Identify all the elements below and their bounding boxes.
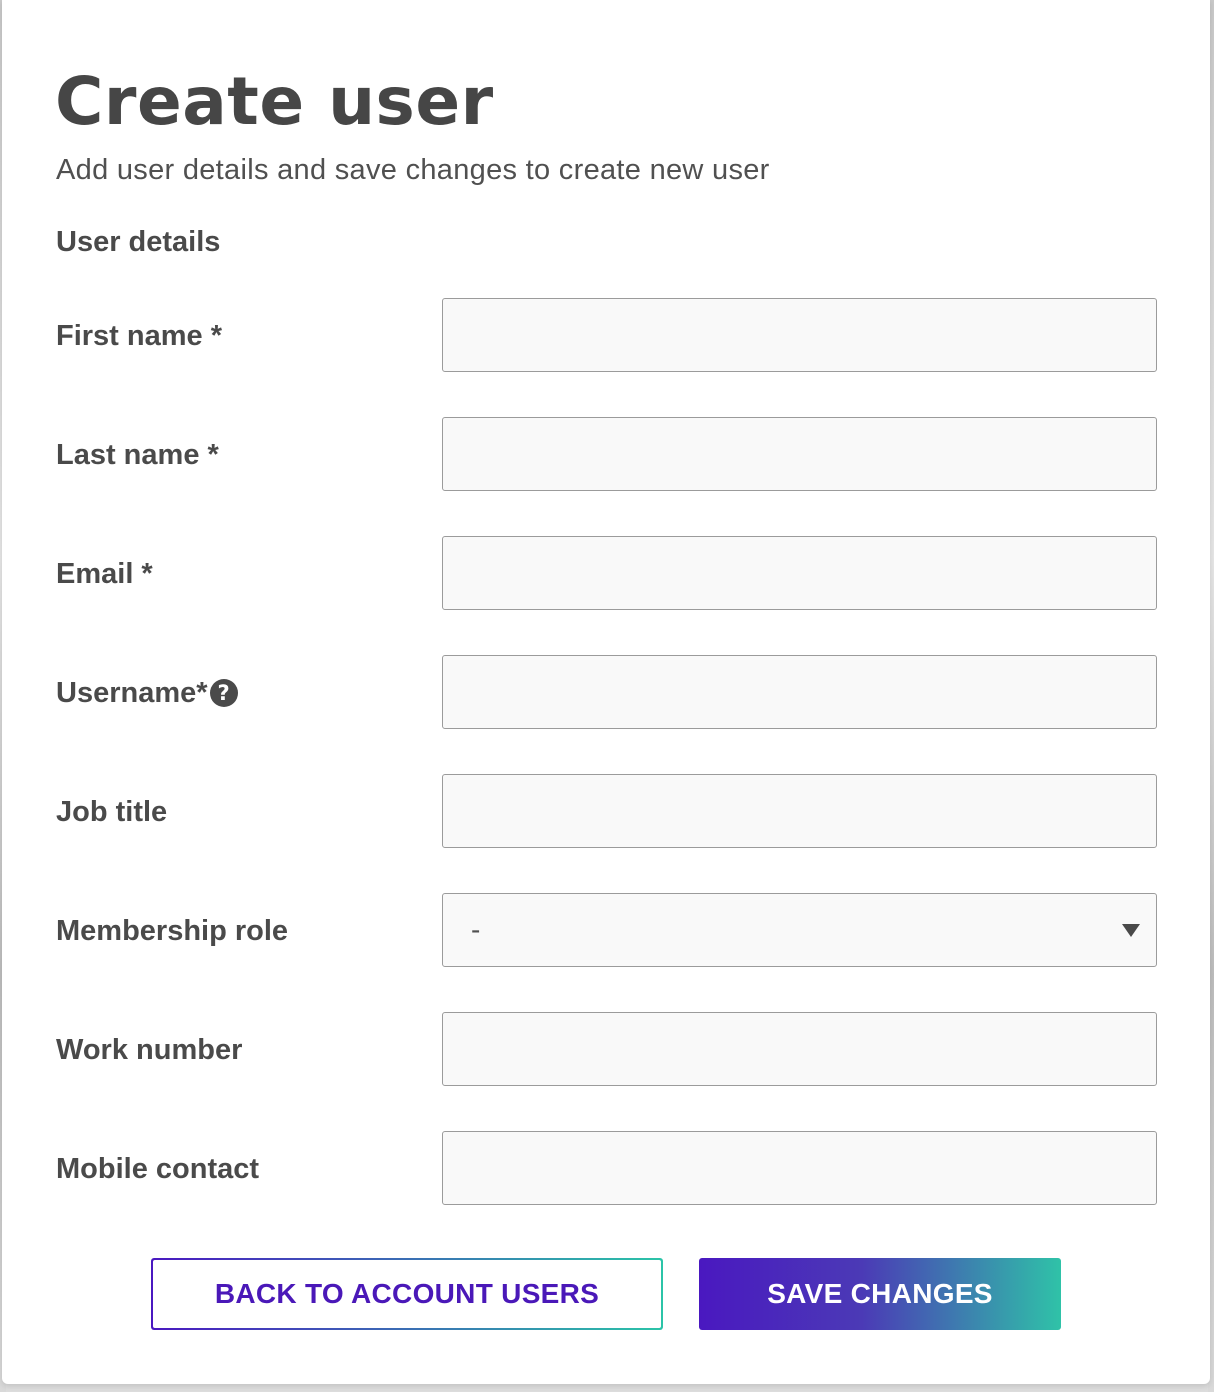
section-heading-user-details: User details [56, 226, 221, 258]
form-row-first-name: First name * [2, 298, 1210, 374]
username-label: Username* [56, 677, 208, 709]
last-name-field[interactable] [442, 417, 1157, 491]
page-subtitle: Add user details and save changes to cre… [56, 154, 770, 186]
back-to-account-users-button[interactable]: BACK TO ACCOUNT USERS [151, 1258, 663, 1330]
work-number-field[interactable] [442, 1012, 1157, 1086]
save-changes-button[interactable]: SAVE CHANGES [699, 1258, 1061, 1330]
form-row-username: Username* ? [2, 655, 1210, 731]
email-field[interactable] [442, 536, 1157, 610]
first-name-label: First name * [56, 320, 222, 352]
form-row-job-title: Job title [2, 774, 1210, 850]
first-name-field[interactable] [442, 298, 1157, 372]
question-circle-icon[interactable]: ? [209, 679, 238, 707]
username-field[interactable] [442, 655, 1157, 729]
job-title-label: Job title [56, 796, 168, 828]
create-user-modal: Create user Add user details and save ch… [2, 0, 1210, 1384]
form-row-work-number: Work number [2, 1012, 1210, 1088]
last-name-label: Last name * [56, 439, 219, 471]
form-row-last-name: Last name * [2, 417, 1210, 493]
job-title-field[interactable] [442, 774, 1157, 848]
mobile-contact-field[interactable] [442, 1131, 1157, 1205]
mobile-contact-label: Mobile contact [56, 1153, 260, 1185]
membership-role-select[interactable]: - [442, 893, 1157, 967]
membership-role-label: Membership role [56, 915, 289, 947]
form-row-mobile-contact: Mobile contact [2, 1131, 1210, 1207]
username-label-group: Username* ? [56, 673, 238, 713]
back-to-account-users-label: BACK TO ACCOUNT USERS [153, 1260, 661, 1328]
page-title: Create user [55, 63, 494, 140]
form-row-email: Email * [2, 536, 1210, 612]
chevron-down-icon [1122, 924, 1140, 937]
email-label: Email * [56, 558, 153, 590]
form-row-membership-role: Membership role - [2, 893, 1210, 969]
work-number-label: Work number [56, 1034, 243, 1066]
membership-role-selected-value: - [471, 914, 481, 945]
